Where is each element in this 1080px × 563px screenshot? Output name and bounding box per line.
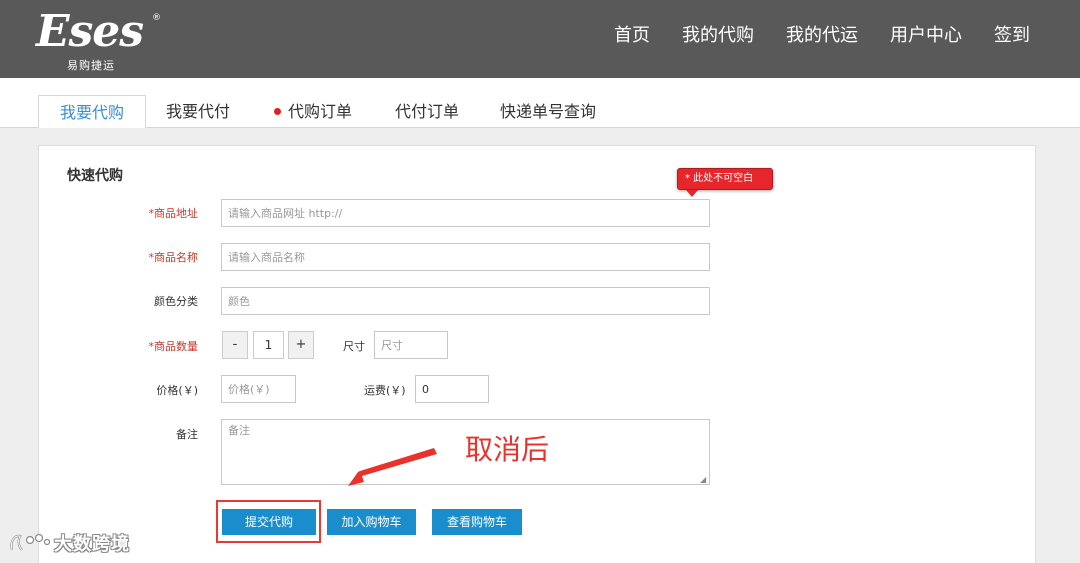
url-input[interactable] — [221, 199, 710, 227]
section-title: 快速代购 — [67, 168, 123, 184]
quantity-label-text: 商品数量 — [154, 340, 198, 353]
logo-subtitle: 易购捷运 — [67, 59, 115, 72]
highlight-box — [216, 500, 321, 543]
tab-tracking-lookup[interactable]: 快递单号查询 — [500, 95, 596, 128]
watermark: 大数跨境 — [8, 528, 130, 558]
name-label-text: 商品名称 — [154, 251, 198, 264]
site-logo[interactable]: Eses ® 易购捷运 — [36, 6, 166, 73]
watermark-logo-icon — [10, 533, 51, 551]
top-header: Eses ® 易购捷运 首页 我的代购 我的代运 用户中心 签到 — [0, 0, 1080, 78]
registered-mark: ® — [152, 13, 161, 23]
nav-my-shipping[interactable]: 我的代运 — [786, 22, 858, 52]
main-nav: 首页 我的代购 我的代运 用户中心 签到 — [614, 22, 1080, 52]
add-to-cart-button[interactable]: 加入购物车 — [327, 509, 416, 535]
annotation-arrow-icon — [348, 448, 437, 486]
tooltip-arrow — [686, 190, 698, 197]
annotation-text: 取消后 — [465, 433, 550, 466]
notification-dot — [274, 108, 281, 115]
color-input[interactable] — [221, 287, 710, 315]
view-cart-button[interactable]: 查看购物车 — [432, 509, 522, 535]
notes-label: 备注 — [176, 428, 198, 441]
tab-payment-request[interactable]: 我要代付 — [166, 95, 230, 128]
nav-home[interactable]: 首页 — [614, 22, 650, 52]
nav-user-center[interactable]: 用户中心 — [890, 22, 962, 52]
quantity-stepper[interactable]: 1 — [253, 331, 284, 359]
tab-payment-orders[interactable]: 代付订单 — [395, 95, 459, 128]
tab-purchase-request[interactable]: 我要代购 — [38, 95, 146, 128]
required-tooltip: * 此处不可空白 — [677, 168, 773, 190]
shipping-label: 运费(￥) — [364, 384, 406, 397]
size-input[interactable] — [374, 331, 448, 359]
shipping-input[interactable] — [415, 375, 489, 403]
quantity-label: *商品数量 — [140, 338, 199, 354]
tab-purchase-orders-label: 代购订单 — [288, 102, 353, 121]
nav-my-purchases[interactable]: 我的代购 — [682, 22, 754, 52]
tab-purchase-orders[interactable]: 代购订单 — [274, 95, 352, 128]
price-input[interactable] — [221, 375, 296, 403]
price-label: 价格(￥) — [156, 384, 198, 397]
url-label-text: 商品地址 — [154, 207, 198, 220]
name-label: *商品名称 — [140, 249, 199, 265]
logo-wordmark: Eses — [36, 6, 144, 57]
watermark-text: 大数跨境 — [54, 534, 130, 555]
size-label: 尺寸 — [343, 340, 365, 353]
product-name-input[interactable] — [221, 243, 710, 271]
quantity-decrement-button[interactable]: - — [222, 331, 248, 359]
color-label: 颜色分类 — [154, 295, 198, 308]
nav-sign-in[interactable]: 签到 — [994, 22, 1030, 52]
url-label: *商品地址 — [140, 205, 199, 221]
quantity-increment-button[interactable]: + — [288, 331, 314, 359]
resize-grip-icon[interactable]: ◢ — [700, 476, 708, 484]
